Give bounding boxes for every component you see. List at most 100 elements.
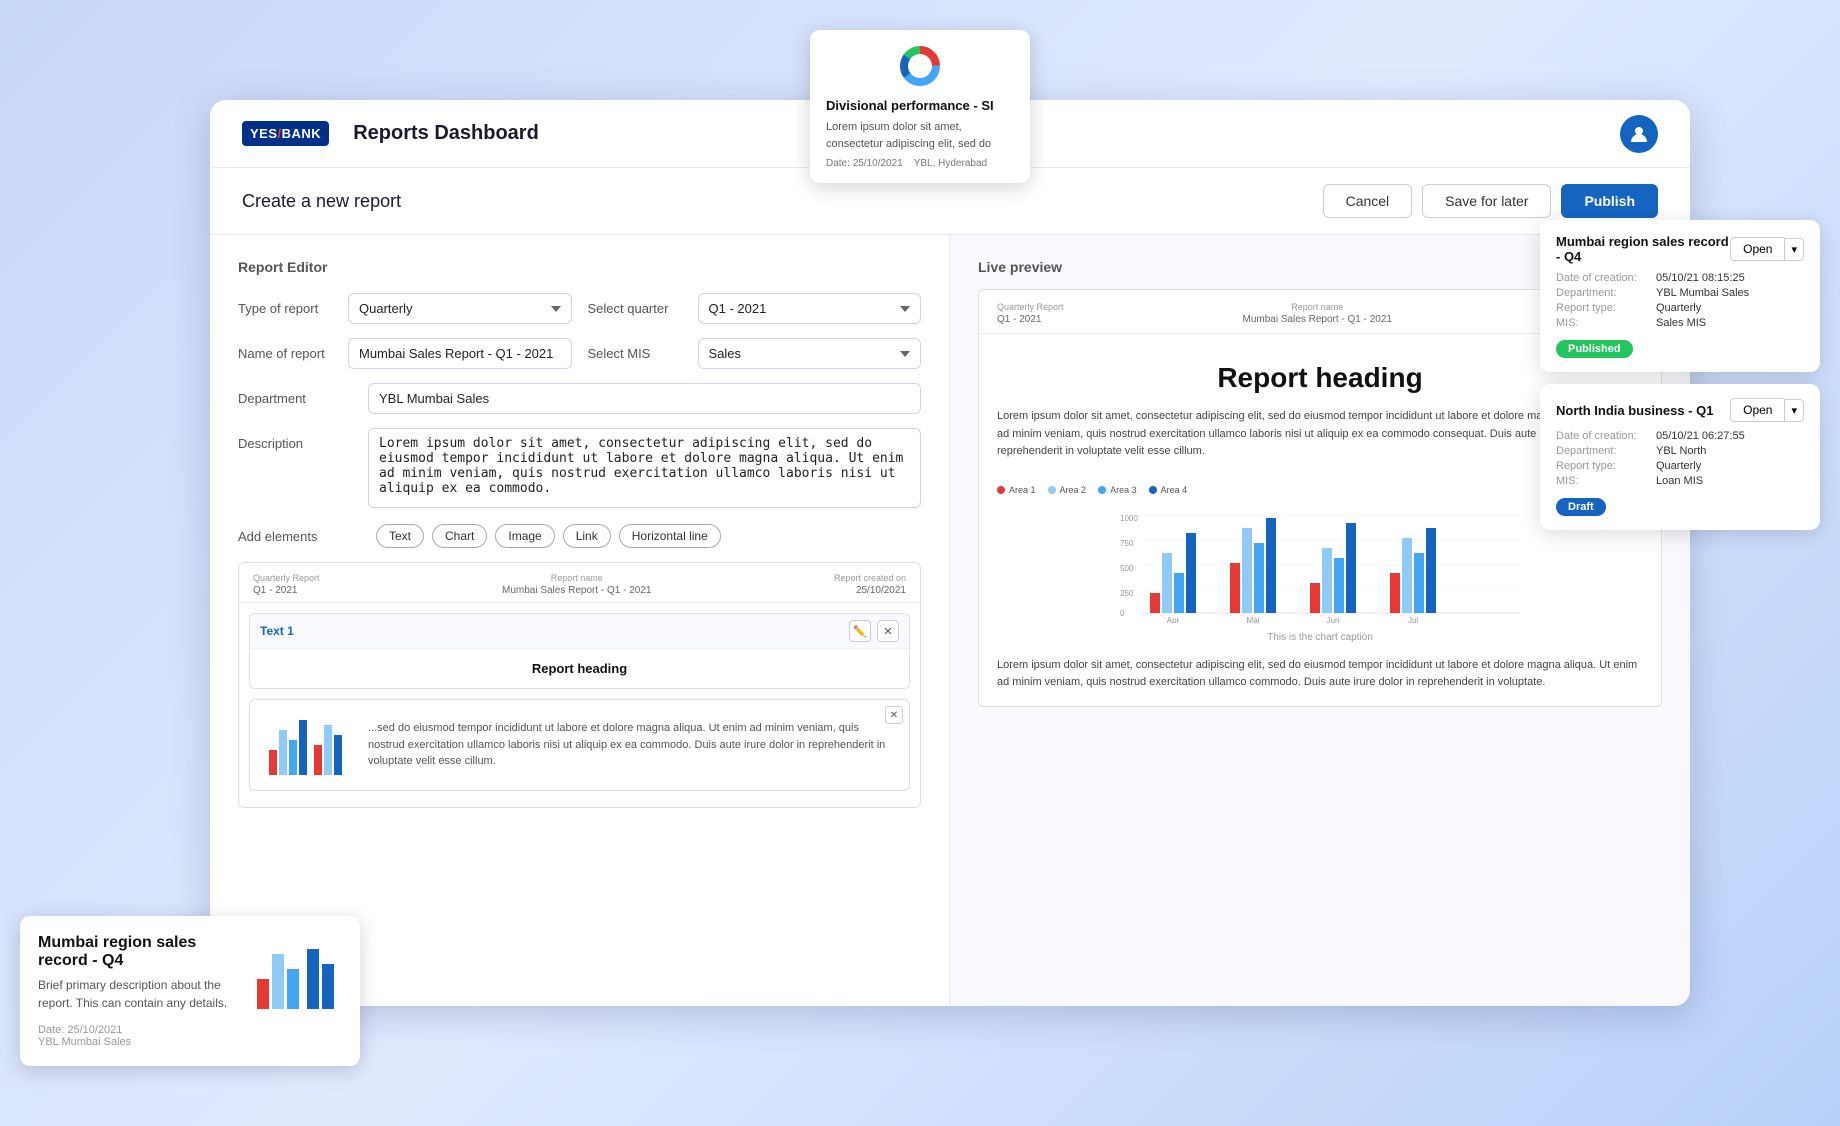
logo-bank: BANK <box>282 126 322 141</box>
save-for-later-button[interactable]: Save for later <box>1422 184 1551 218</box>
form-group-mis: Select MIS Sales <box>588 338 922 369</box>
type-select[interactable]: Quarterly <box>348 293 572 324</box>
editor-panel: Report Editor Type of report Quarterly S… <box>210 235 950 1006</box>
preview-mini-header: Quarterly Report Q1 - 2021 Report name M… <box>239 563 920 603</box>
add-image-button[interactable]: Image <box>495 524 554 548</box>
preview-report-name-label: Report name <box>1242 302 1392 312</box>
add-elements-row: Add elements Text Chart Image Link Horiz… <box>238 524 921 548</box>
mis-select[interactable]: Sales <box>698 338 922 369</box>
description-textarea[interactable]: Lorem ipsum dolor sit amet, consectetur … <box>368 428 921 508</box>
legend-dot-1 <box>997 486 1005 494</box>
info-row-mis-1: MIS: Sales MIS <box>1556 317 1804 329</box>
mini-created-value: 25/10/2021 <box>834 585 906 596</box>
main-card: YES/BANK Reports Dashboard Create a new … <box>210 100 1690 1006</box>
info-row-mis-2: MIS: Loan MIS <box>1556 475 1804 487</box>
legend-area1: Area 1 <box>997 485 1036 495</box>
form-group-quarter: Select quarter Q1 - 2021 <box>588 293 922 324</box>
mini-report-name-value: Mumbai Sales Report - Q1 - 2021 <box>502 585 652 596</box>
quarter-select[interactable]: Q1 - 2021 <box>698 293 922 324</box>
bottom-left-card-text: Mumbai region sales record - Q4 Brief pr… <box>38 934 238 1048</box>
info-row-dept-2: Department: YBL North <box>1556 445 1804 457</box>
dept-label: Department <box>238 383 368 406</box>
tooltip-desc: Lorem ipsum dolor sit amet, consectetur … <box>826 119 1014 152</box>
info-row-date-1: Date of creation: 05/10/21 08:15:25 <box>1556 272 1804 284</box>
add-elements-label: Add elements <box>238 529 368 544</box>
publish-button[interactable]: Publish <box>1561 184 1658 218</box>
edit-element-button[interactable]: ✏️ <box>849 620 871 642</box>
legend-area2: Area 2 <box>1048 485 1087 495</box>
user-avatar[interactable] <box>1620 115 1658 153</box>
svg-text:0: 0 <box>1120 609 1125 618</box>
mis-label: Select MIS <box>588 346 688 361</box>
mini-bar-chart <box>264 710 354 780</box>
department-input[interactable] <box>368 383 921 414</box>
editor-section-title: Report Editor <box>238 259 921 275</box>
preview-quarterly-value: Q1 - 2021 <box>997 314 1064 325</box>
open-button-group-1: Open ▾ <box>1730 237 1804 261</box>
mini-quarterly-label: Quarterly Report <box>253 573 320 583</box>
status-badge-published: Published <box>1556 340 1633 358</box>
open-arrow-2[interactable]: ▾ <box>1784 399 1804 422</box>
bottom-left-card: Mumbai region sales record - Q4 Brief pr… <box>20 916 360 1066</box>
text-element-block: Text 1 ✏️ ✕ Report heading <box>249 613 910 689</box>
report-preview-mini: Quarterly Report Q1 - 2021 Report name M… <box>238 562 921 808</box>
svg-text:750: 750 <box>1120 539 1134 548</box>
open-button-1[interactable]: Open <box>1730 237 1784 261</box>
tooltip-title: Divisional performance - SI <box>826 98 1014 113</box>
element-block-header: Text 1 ✏️ ✕ <box>250 614 909 649</box>
form-row-department: Department <box>238 383 921 414</box>
info-row-type-1: Report type: Quarterly <box>1556 302 1804 314</box>
legend-area3: Area 3 <box>1098 485 1137 495</box>
right-info-panel: Mumbai region sales record - Q4 Open ▾ D… <box>1540 220 1820 530</box>
add-text-button[interactable]: Text <box>376 524 424 548</box>
add-chart-button[interactable]: Chart <box>432 524 487 548</box>
quarter-label: Select quarter <box>588 301 688 316</box>
legend-dot-4 <box>1149 486 1157 494</box>
preview-report-name-value: Mumbai Sales Report - Q1 - 2021 <box>1242 314 1392 325</box>
open-button-2[interactable]: Open <box>1730 398 1784 422</box>
bottom-left-chart-icon <box>252 934 342 1014</box>
logo-yes: YES <box>250 126 278 141</box>
svg-text:Jul: Jul <box>1408 616 1418 623</box>
svg-text:Jun: Jun <box>1327 616 1340 623</box>
close-chart-button[interactable]: ✕ <box>885 706 903 724</box>
mini-report-name-label: Report name <box>502 573 652 583</box>
legend-area4: Area 4 <box>1149 485 1188 495</box>
svg-text:Apr: Apr <box>1167 616 1180 623</box>
name-label: Name of report <box>238 346 338 361</box>
info-card-header-1: Mumbai region sales record - Q4 Open ▾ <box>1556 234 1804 264</box>
info-card-title-2: North India business - Q1 <box>1556 403 1713 418</box>
logo-box: YES/BANK <box>242 121 329 146</box>
delete-element-button[interactable]: ✕ <box>877 620 899 642</box>
type-label: Type of report <box>238 301 338 316</box>
logo: YES/BANK <box>242 121 329 146</box>
svg-text:250: 250 <box>1120 589 1134 598</box>
chart-block-content: ...sed do eiusmod tempor incididunt ut l… <box>250 700 909 790</box>
info-card-north: North India business - Q1 Open ▾ Date of… <box>1540 384 1820 530</box>
info-row-date-2: Date of creation: 05/10/21 06:27:55 <box>1556 430 1804 442</box>
add-link-button[interactable]: Link <box>563 524 611 548</box>
form-row-name-mis: Name of report Select MIS Sales <box>238 338 921 369</box>
open-arrow-1[interactable]: ▾ <box>1784 238 1804 261</box>
chart-block-text: ...sed do eiusmod tempor incididunt ut l… <box>368 720 895 770</box>
info-card-title-1: Mumbai region sales record - Q4 <box>1556 234 1730 264</box>
element-block-title: Text 1 <box>260 624 294 638</box>
svg-text:Mai: Mai <box>1247 616 1260 623</box>
legend-dot-3 <box>1098 486 1106 494</box>
bottom-left-desc: Brief primary description about the repo… <box>38 976 238 1012</box>
name-input[interactable] <box>348 338 572 369</box>
svg-text:1000: 1000 <box>1120 514 1138 523</box>
chart-element-block: ...sed do eiusmod tempor incididunt ut l… <box>249 699 910 791</box>
form-group-type: Type of report Quarterly <box>238 293 572 324</box>
legend-dot-2 <box>1048 486 1056 494</box>
page-title: Create a new report <box>242 191 1313 212</box>
mini-quarterly-value: Q1 - 2021 <box>253 585 320 596</box>
add-horizontal-line-button[interactable]: Horizontal line <box>619 524 721 548</box>
cancel-button[interactable]: Cancel <box>1323 184 1413 218</box>
tooltip-date: Date: 25/10/2021 YBL, Hyderabad <box>826 158 1014 169</box>
info-row-dept-1: Department: YBL Mumbai Sales <box>1556 287 1804 299</box>
svg-text:500: 500 <box>1120 564 1134 573</box>
info-card-mumbai: Mumbai region sales record - Q4 Open ▾ D… <box>1540 220 1820 372</box>
tooltip-card: Divisional performance - SI Lorem ipsum … <box>810 30 1030 183</box>
preview-quarterly-label: Quarterly Report <box>997 302 1064 312</box>
